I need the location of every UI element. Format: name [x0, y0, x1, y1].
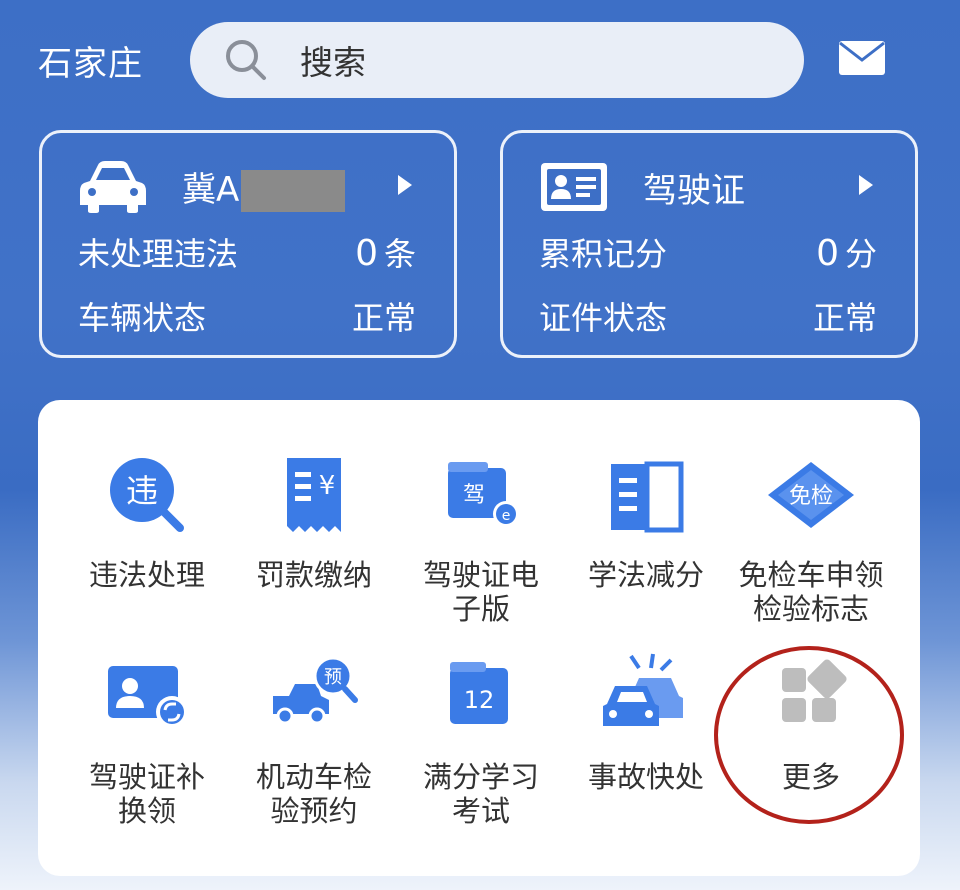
points-row: 累积记分 0分: [539, 229, 877, 275]
plate-mask: [241, 170, 346, 213]
service-label: 机动车检 验预约: [255, 760, 372, 828]
book-icon: [611, 461, 684, 533]
search-placeholder: 搜索: [300, 43, 366, 82]
service-label: 驾驶证电 子版: [422, 558, 539, 626]
service-label: 满分学习 考试: [422, 760, 539, 828]
license-status-value: 正常: [812, 299, 877, 337]
license-status-row: 证件状态 正常: [539, 293, 877, 339]
receipt-icon: ¥: [287, 458, 341, 532]
service-e-license[interactable]: 驾 e 驾驶证电 子版: [396, 450, 566, 626]
license-status-label: 证件状态: [539, 299, 668, 337]
violation-unit: 条: [383, 235, 416, 273]
service-label: 违法处理: [88, 558, 205, 592]
accident-icon: [603, 653, 683, 726]
arrow-right-icon: [859, 175, 873, 195]
violation-label: 未处理违法: [78, 235, 239, 273]
service-label: 罚款缴纳: [255, 558, 372, 592]
receipt-icon-glyph: ¥: [319, 471, 336, 501]
vehicle-status-row: 车辆状态 正常: [78, 293, 416, 339]
e-license-icon-glyph: 驾: [463, 483, 485, 508]
plate-number: 冀A: [182, 162, 346, 213]
id-card-icon: [541, 163, 607, 211]
service-label: 免检车申领 检验标志: [738, 558, 884, 626]
violation-icon: 违: [110, 458, 184, 532]
service-inspection-booking[interactable]: 预 机动车检 验预约: [229, 652, 399, 828]
inspection-booking-icon-glyph: 预: [324, 667, 342, 688]
violation-icon-glyph: 违: [126, 472, 158, 510]
points-label: 累积记分: [539, 235, 668, 273]
points-unit: 分: [844, 235, 877, 273]
service-label: 学法减分: [587, 558, 704, 592]
violation-count: 0: [355, 233, 378, 274]
violation-row: 未处理违法 0条: [78, 229, 416, 275]
service-label: 事故快处: [587, 760, 704, 794]
service-license-replace[interactable]: 驾驶证补 换领: [62, 652, 232, 828]
service-exempt-sticker[interactable]: 免检 免检车申领 检验标志: [726, 450, 896, 626]
service-fine-payment[interactable]: ¥ 罚款缴纳: [229, 450, 399, 592]
svg-text:e: e: [502, 508, 511, 524]
service-full-score-exam[interactable]: 12 满分学习 考试: [396, 652, 566, 828]
vehicle-status-value: 正常: [351, 299, 416, 337]
city-selector[interactable]: 石家庄: [38, 36, 143, 85]
mail-icon[interactable]: [838, 40, 886, 76]
service-study-deduct[interactable]: 学法减分: [561, 450, 731, 592]
license-replace-icon: [108, 666, 188, 728]
vehicle-status-label: 车辆状态: [78, 299, 207, 337]
plate-prefix: 冀A: [182, 169, 240, 210]
search-bar[interactable]: 搜索: [190, 22, 804, 98]
vehicle-card-header: 冀A: [78, 157, 424, 217]
calendar-icon-glyph: 12: [464, 686, 495, 714]
car-icon: [80, 161, 146, 213]
exempt-icon-glyph: 免检: [789, 484, 833, 509]
vehicle-card[interactable]: 冀A 未处理违法 0条 车辆状态 正常: [39, 130, 457, 358]
inspection-booking-icon: 预: [273, 656, 358, 725]
license-title: 驾驶证: [643, 170, 745, 211]
e-license-icon: 驾 e: [448, 462, 519, 527]
exempt-icon: 免检: [768, 462, 854, 528]
service-label: 驾驶证补 换领: [88, 760, 205, 828]
search-icon: [226, 40, 266, 80]
service-accident-quick[interactable]: 事故快处: [561, 652, 731, 794]
license-card-header: 驾驶证: [539, 157, 885, 217]
points-value: 0: [816, 233, 839, 274]
license-card[interactable]: 驾驶证 累积记分 0分 证件状态 正常: [500, 130, 918, 358]
calendar-icon: 12: [450, 662, 508, 724]
arrow-right-icon: [398, 175, 412, 195]
highlight-circle: [714, 646, 904, 824]
service-violation[interactable]: 违 违法处理: [62, 450, 232, 592]
